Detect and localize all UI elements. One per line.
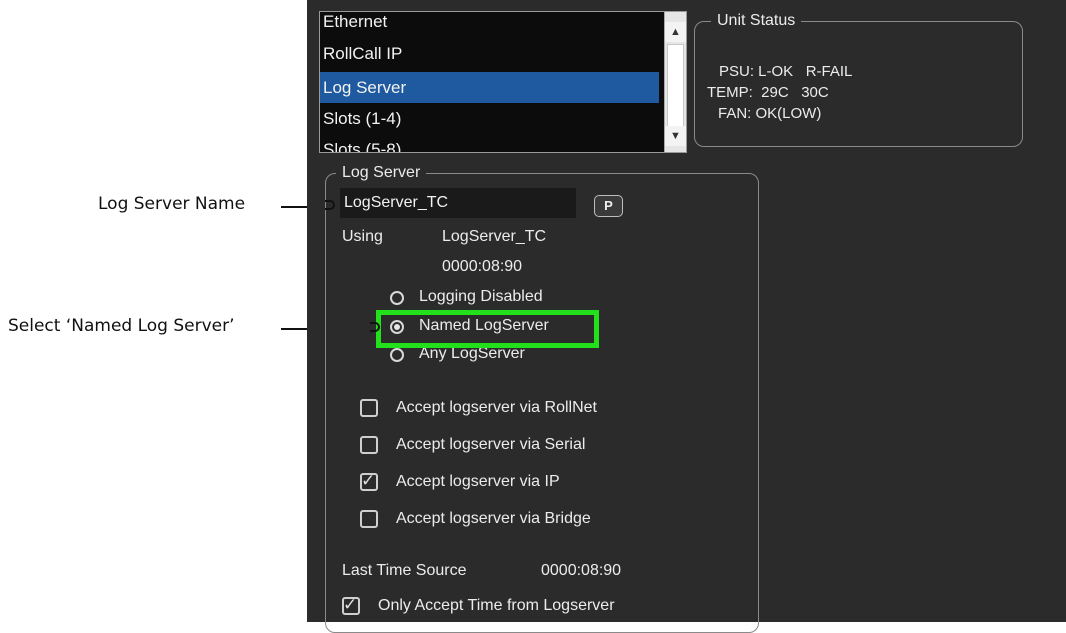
scroll-up-icon[interactable]: ▲ bbox=[665, 22, 686, 42]
last-time-source-label: Last Time Source bbox=[342, 562, 467, 579]
scroll-down-icon[interactable]: ▼ bbox=[665, 126, 686, 146]
log-server-group-title: Log Server bbox=[336, 164, 427, 182]
psu-status: PSU: L-OK R-FAIL bbox=[719, 63, 853, 80]
log-server-name-input[interactable] bbox=[340, 188, 576, 218]
list-item-rollcall-ip[interactable]: RollCall IP bbox=[320, 38, 659, 69]
list-item-ethernet[interactable]: Ethernet bbox=[320, 12, 659, 37]
checkbox-only-accept-time[interactable]: ✓ bbox=[342, 595, 360, 615]
checkbox-ip[interactable]: ✓ bbox=[360, 471, 378, 491]
list-item-slots-1-4[interactable]: Slots (1-4) bbox=[320, 103, 659, 134]
unit-status-group: Unit Status PSU: L-OK R-FAIL TEMP: 29C 3… bbox=[694, 12, 1023, 147]
annotation-log-server-name: Log Server Name bbox=[98, 194, 246, 214]
annotation-select-named-log-server: Select ‘Named Log Server’ bbox=[8, 316, 235, 336]
radio-any-logserver[interactable] bbox=[390, 348, 404, 362]
list-scrollbar[interactable]: ▲ ▼ bbox=[664, 12, 686, 152]
checkbox-serial[interactable] bbox=[360, 436, 378, 454]
leader-endcap bbox=[325, 200, 335, 210]
scroll-thumb[interactable] bbox=[667, 44, 684, 132]
list-item-slots-5-8[interactable]: Slots (5-8) bbox=[320, 134, 659, 152]
list-item-log-server[interactable]: Log Server bbox=[320, 72, 659, 103]
checkbox-label-ip[interactable]: Accept logserver via IP bbox=[396, 473, 560, 491]
temp-status: TEMP: 29C 30C bbox=[707, 84, 829, 101]
radio-logging-disabled[interactable] bbox=[390, 291, 404, 305]
checkbox-label-only-accept-time[interactable]: Only Accept Time from Logserver bbox=[378, 597, 615, 615]
using-value: LogServer_TC bbox=[442, 228, 547, 245]
checkbox-rollnet[interactable] bbox=[360, 399, 378, 417]
checkbox-label-bridge[interactable]: Accept logserver via Bridge bbox=[396, 510, 591, 528]
last-time-source-value: 0000:08:90 bbox=[541, 562, 622, 579]
category-listbox[interactable]: Ethernet RollCall IP Log Server Slots (1… bbox=[319, 11, 687, 153]
checkbox-label-rollnet[interactable]: Accept logserver via RollNet bbox=[396, 399, 597, 417]
leader-endcap bbox=[370, 322, 380, 332]
highlight-box bbox=[376, 310, 599, 348]
checkmark-icon: ✓ bbox=[361, 471, 376, 490]
checkbox-bridge[interactable] bbox=[360, 510, 378, 528]
p-button[interactable]: P bbox=[594, 195, 623, 217]
checkmark-icon: ✓ bbox=[343, 595, 358, 614]
using-time: 0000:08:90 bbox=[442, 258, 523, 275]
radio-label-logging-disabled[interactable]: Logging Disabled bbox=[419, 288, 543, 306]
using-label: Using bbox=[342, 228, 383, 245]
checkbox-label-serial[interactable]: Accept logserver via Serial bbox=[396, 436, 585, 454]
fan-status: FAN: OK(LOW) bbox=[718, 105, 822, 122]
unit-status-title: Unit Status bbox=[711, 12, 802, 30]
